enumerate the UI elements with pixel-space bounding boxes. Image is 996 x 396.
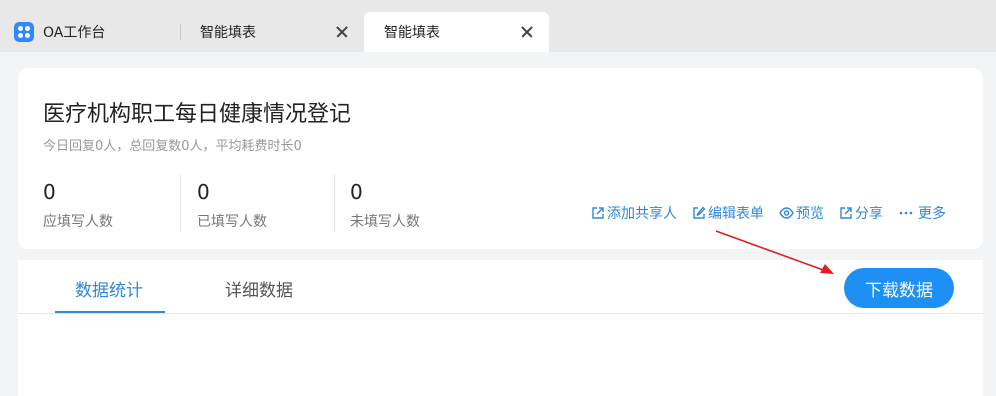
data-panel: 数据统计 详细数据 下载数据 <box>18 260 983 396</box>
stat-value: 0 <box>197 180 210 204</box>
tab-label: OA工作台 <box>43 25 106 41</box>
action-label: 分享 <box>855 206 883 222</box>
preview-link[interactable]: 预览 <box>779 203 824 223</box>
tab-label: 智能填表 <box>384 25 440 41</box>
action-label: 添加共享人 <box>607 206 677 222</box>
page-title: 医疗机构职工每日健康情况登记 <box>43 102 352 127</box>
more-link[interactable]: 更多 <box>898 203 946 223</box>
action-label: 预览 <box>796 206 824 222</box>
form-info-card: 医疗机构职工每日健康情况登记 今日回复0人，总回复数0人，平均耗费时长0 0 应… <box>18 68 983 249</box>
eye-icon <box>779 207 794 219</box>
stat-label: 应填写人数 <box>43 214 113 230</box>
action-label: 编辑表单 <box>708 206 764 222</box>
external-link-icon <box>592 207 604 219</box>
ellipsis-icon <box>899 211 913 215</box>
reply-summary: 今日回复0人，总回复数0人，平均耗费时长0 <box>43 139 302 154</box>
edit-form-link[interactable]: 编辑表单 <box>692 203 764 223</box>
stat-not-filled: 0 未填写人数 <box>350 180 420 232</box>
stat-value: 0 <box>43 180 56 204</box>
share-link[interactable]: 分享 <box>839 203 883 223</box>
edit-icon <box>693 206 706 219</box>
tab-smart-form-2[interactable]: 智能填表 <box>364 12 549 52</box>
action-label: 更多 <box>918 206 946 222</box>
stat-label: 未填写人数 <box>350 214 420 230</box>
close-icon[interactable] <box>332 22 352 42</box>
tab-oa-workbench[interactable]: OA工作台 <box>0 12 180 52</box>
stat-should-fill: 0 应填写人数 <box>43 180 113 232</box>
download-data-button[interactable]: 下载数据 <box>844 268 954 308</box>
divider <box>334 174 335 232</box>
close-icon[interactable] <box>517 22 537 42</box>
divider <box>180 174 181 232</box>
tab-detailed-data[interactable]: 详细数据 <box>225 276 293 301</box>
share-icon <box>840 207 852 219</box>
window-tab-bar: OA工作台 智能填表 智能填表 <box>0 0 996 52</box>
stat-value: 0 <box>350 180 363 204</box>
stat-label: 已填写人数 <box>197 214 267 230</box>
tab-label: 智能填表 <box>200 25 256 41</box>
tab-smart-form-1[interactable]: 智能填表 <box>180 12 364 52</box>
form-actions: 添加共享人 编辑表单 预览 分享 更多 <box>576 203 946 223</box>
active-tab-indicator <box>55 311 165 313</box>
add-sharer-link[interactable]: 添加共享人 <box>591 203 677 223</box>
app-grid-icon <box>14 22 34 42</box>
stat-filled: 0 已填写人数 <box>197 180 267 232</box>
tab-data-statistics[interactable]: 数据统计 <box>75 276 143 301</box>
data-tabs: 数据统计 详细数据 下载数据 <box>18 260 983 314</box>
